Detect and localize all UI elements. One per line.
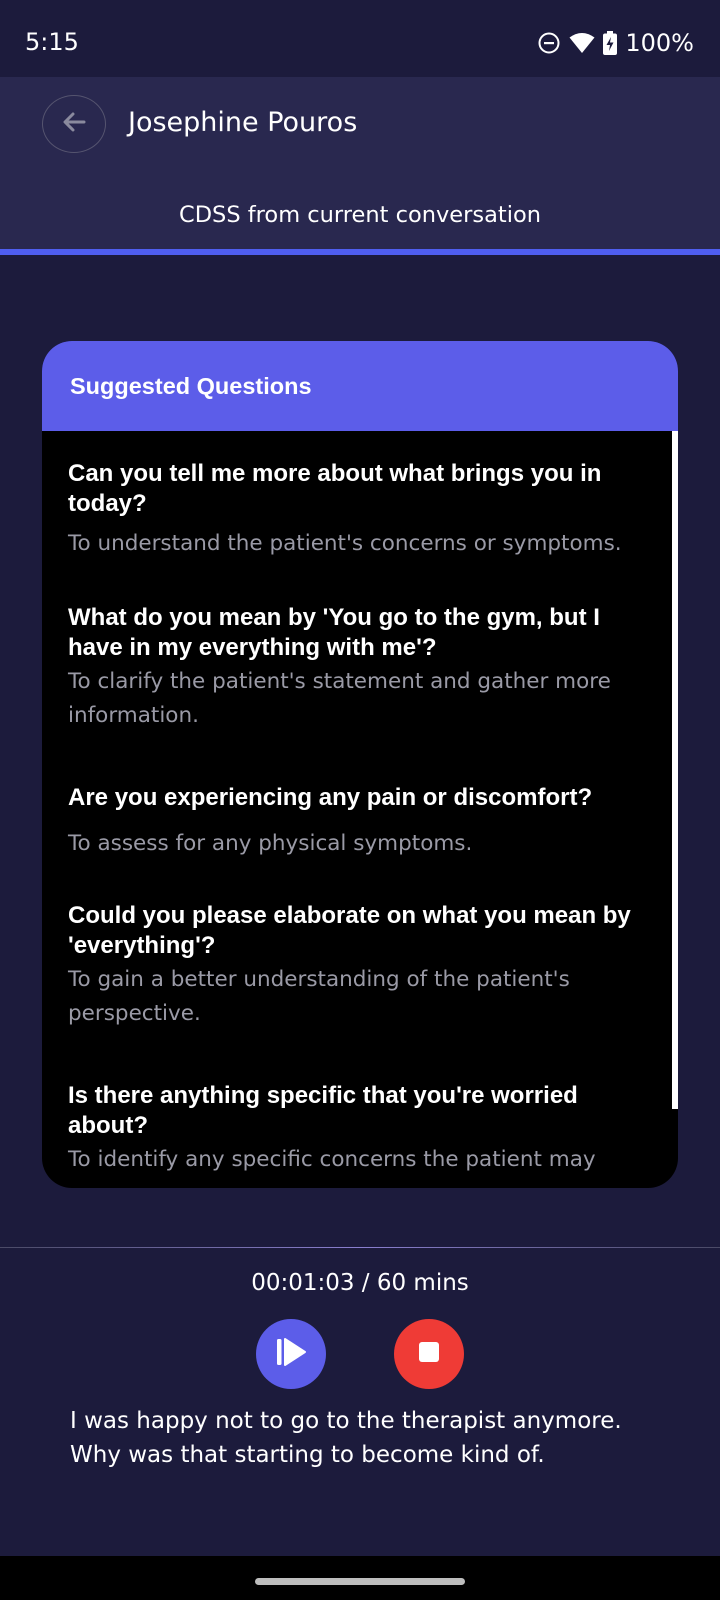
play-resume-icon [274, 1335, 308, 1373]
battery-percentage: 100% [625, 29, 694, 57]
patient-name-title: Josephine Pouros [128, 107, 358, 138]
question-item[interactable]: Can you tell me more about what brings y… [68, 459, 650, 561]
question-list: Can you tell me more about what brings y… [42, 431, 678, 1177]
live-transcript: I was happy not to go to the therapist a… [70, 1408, 622, 1468]
questions-scroll-area[interactable]: Can you tell me more about what brings y… [42, 431, 678, 1188]
question-reason: To assess for any physical symptoms. [68, 831, 473, 856]
home-gesture-handle[interactable] [255, 1578, 465, 1585]
status-bar: 5:15 100% [0, 0, 720, 77]
card-title: Suggested Questions [42, 341, 678, 431]
question-item[interactable]: Are you experiencing any pain or discomf… [68, 783, 650, 861]
suggested-questions-card: Suggested Questions Can you tell me more… [42, 341, 678, 1188]
recording-timer: 00:01:03 / 60 mins [251, 1270, 469, 1296]
navigation-bar [0, 1556, 720, 1600]
question-item[interactable]: Is there anything specific that you're w… [68, 1081, 650, 1177]
question-text: Is there anything specific that you're w… [68, 1082, 578, 1139]
question-text: Could you please elaborate on what you m… [68, 902, 631, 959]
question-item[interactable]: Could you please elaborate on what you m… [68, 901, 650, 1031]
app-header: Josephine Pouros CDSS from current conve… [0, 77, 720, 249]
battery-charging-icon [603, 31, 618, 55]
scrollbar[interactable] [672, 431, 678, 1109]
status-icons: 100% [537, 27, 694, 59]
tab-cdss[interactable]: CDSS from current conversation [0, 202, 720, 228]
tab-indicator [0, 249, 720, 255]
question-reason: To gain a better understanding of the pa… [68, 967, 570, 1026]
question-reason: To identify any specific concerns the pa… [68, 1147, 596, 1172]
question-text: Can you tell me more about what brings y… [68, 460, 602, 517]
screen: 5:15 100% Josephine Pouros CDSS from cur… [0, 0, 720, 1600]
back-button[interactable] [42, 95, 106, 153]
question-reason: To understand the patient's concerns or … [68, 531, 622, 556]
question-item[interactable]: What do you mean by 'You go to the gym, … [68, 603, 650, 733]
question-text: Are you experiencing any pain or discomf… [68, 784, 593, 811]
arrow-left-icon [60, 108, 88, 140]
stop-icon [417, 1340, 441, 1368]
stop-button[interactable] [394, 1319, 464, 1389]
divider [0, 1247, 720, 1248]
status-time: 5:15 [25, 28, 79, 56]
question-text: What do you mean by 'You go to the gym, … [68, 604, 600, 661]
play-button[interactable] [256, 1319, 326, 1389]
question-reason: To clarify the patient's statement and g… [68, 669, 611, 728]
do-not-disturb-icon [537, 31, 561, 55]
wifi-icon [569, 32, 595, 54]
